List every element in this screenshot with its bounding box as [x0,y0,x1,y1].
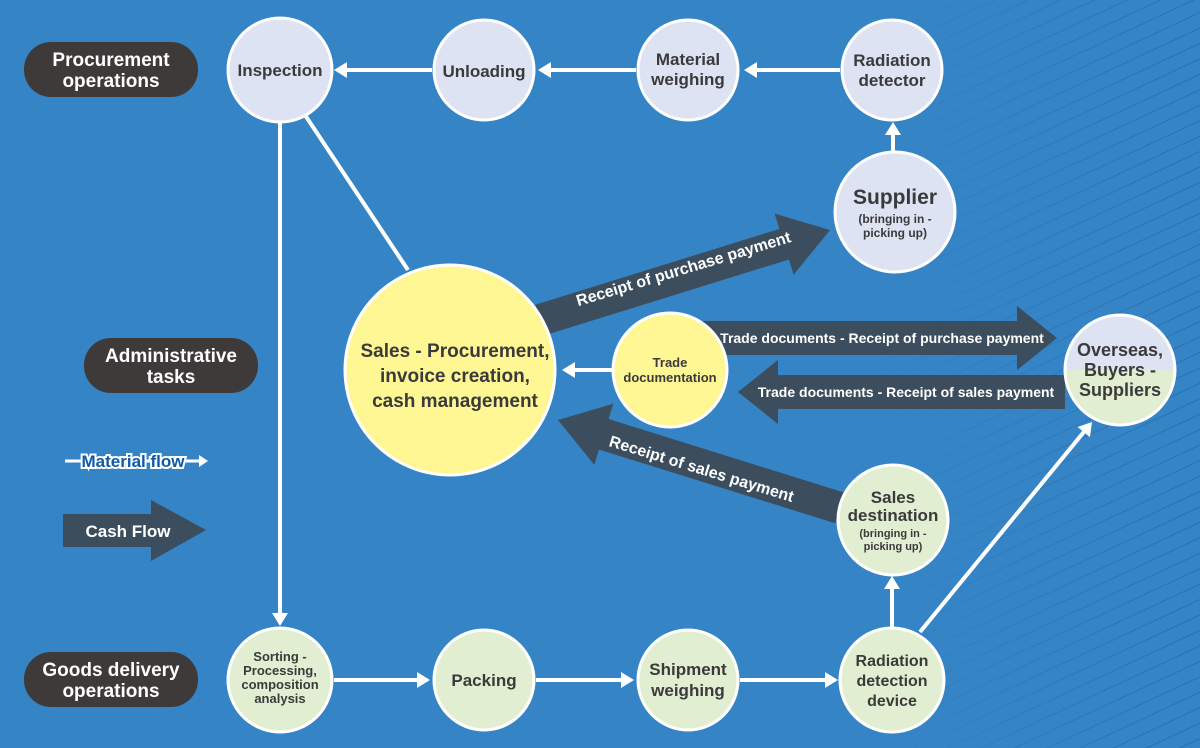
node-sales-destination: Sales destination (bringing in -picking u… [836,463,950,577]
radiation-to-weighing-arrowhead [744,62,757,78]
node-sales-procurement: Sales - Procurement, invoice creation, cas… [343,263,557,477]
svg-text:Materialweighing: Material weighing [650,50,725,89]
node-material-weighing: Material weighing [636,18,740,122]
shipment-to-radiation-arrowhead [825,672,838,688]
svg-text:Packing: Packing [451,671,516,690]
svg-text:Material flow: Material flow [82,452,186,471]
svg-text:Sales - Procurement,invoice cr: Sales - Procurement, invoice creation, cas… [360,341,549,412]
node-shipment-weighing: Shipment weighing [636,628,740,732]
node-radiation-detection-device: Radiation detection device [838,626,946,734]
inspection-to-sorting-arrowhead [272,613,288,626]
section-procurement: Procurement operations [24,42,198,97]
svg-text:Unloading: Unloading [442,62,525,81]
node-unloading: Unloading [432,18,536,122]
unloading-to-inspection-arrowhead [334,62,347,78]
svg-text:Inspection: Inspection [237,61,322,80]
cash-label-purchase-payment: Receipt of purchase payment [574,229,793,310]
sorting-to-packing-arrowhead [417,672,430,688]
inspection-to-admin-line [303,113,410,272]
node-packing: Packing [432,628,536,732]
packing-to-shipment-arrowhead [621,672,634,688]
svg-text:Cash Flow: Cash Flow [85,522,171,541]
node-inspection: Inspection [226,16,334,124]
flow-diagram: Procurement operations Administrative task… [24,0,1200,748]
svg-text:Supplier: Supplier [853,186,937,209]
svg-text:Radiationdetector: Radiation detector [853,51,930,90]
weighing-to-unloading-arrowhead [538,62,551,78]
legend-material-flow: Material flow [65,450,208,473]
svg-text:Overseas,Buyers -Suppliers: Overseas, Buyers -Suppliers [1077,340,1163,400]
cash-label-trade-docs-purchase: Trade documents - Receipt of purchase pa… [720,330,1044,346]
node-radiation-detector: Radiation detector [840,18,944,122]
section-delivery: Goods delivery operations [24,652,198,707]
svg-text:Goods deliveryoperations: Goods delivery operations [42,660,180,702]
node-sorting: Sorting -Processing, composition analysis [226,626,334,734]
svg-text:(bringing in -picking up): (bringing in -picking up) [859,528,927,553]
cash-label-trade-docs-sales: Trade documents - Receipt of sales payme… [758,384,1055,400]
tradedoc-to-admin-arrowhead [562,362,575,378]
section-administrative: Administrative tasks [84,338,258,393]
legend-cash-flow: Cash Flow [63,500,206,561]
svg-text:Procurementoperations: Procurement operations [52,50,170,92]
node-supplier: Supplier (bringing in -picking up) [833,150,957,274]
node-trade-documentation: Trade documentation [611,311,729,429]
svg-text:(bringing in -picking up): (bringing in -picking up) [858,212,931,240]
